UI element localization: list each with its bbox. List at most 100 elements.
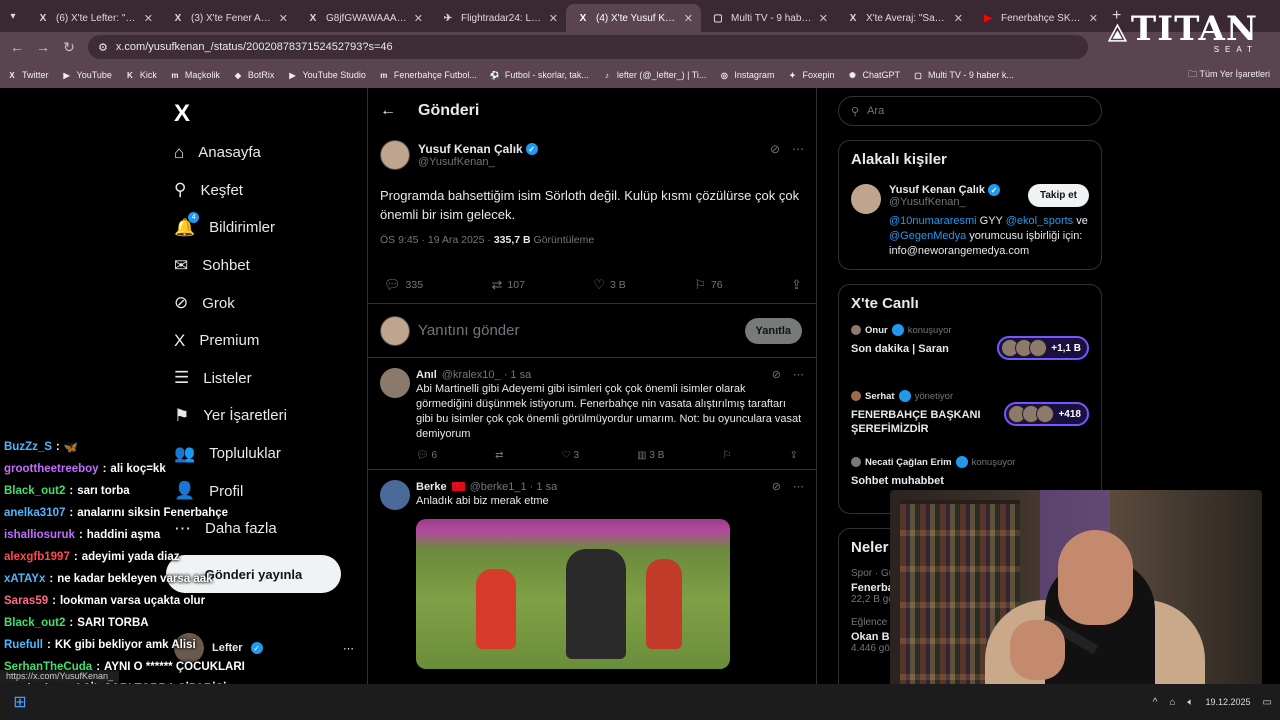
close-icon[interactable]: ✕: [954, 12, 963, 25]
chat-message: anelka3107: analarını siksin Fenerbahçe: [0, 502, 360, 524]
sidebar-item[interactable]: ⚑ Yer İşaretleri: [174, 397, 287, 435]
comment-icon: 💬︎: [416, 450, 432, 461]
follow-button[interactable]: Takip et: [1027, 184, 1089, 207]
reply-tweet[interactable]: Berke ☾ @berke1_1 · 1 sa ⊘ ⋯ Anladık abi biz…: [368, 470, 816, 669]
bookmark-button[interactable]: ⚐ 76: [694, 266, 722, 303]
reload-icon[interactable]: ↻: [56, 39, 82, 56]
browser-tab[interactable]: ▢ Multi TV - 9 haber k ✕: [701, 4, 836, 32]
browser-tab[interactable]: ▶Fenerbahçe SK - You✕: [971, 4, 1106, 32]
avatar[interactable]: [380, 140, 410, 170]
browser-tab[interactable]: XX'te Averaj: "Sadettin✕: [836, 4, 971, 32]
related-person[interactable]: Yusuf Kenan Çalık ✓ @YusufKenan_ @10numar…: [851, 184, 1089, 259]
bookmark-item[interactable]: ▶ YouTube Studio: [280, 69, 371, 81]
reply-button[interactable]: 💬︎ 335: [384, 266, 423, 303]
bookmark-item[interactable]: ▶ YouTube: [55, 69, 118, 81]
notification-icon[interactable]: ▭: [1263, 697, 1272, 708]
sidebar-item[interactable]: ✉ Sohbet: [174, 247, 287, 285]
close-icon[interactable]: ✕: [279, 12, 288, 25]
bookmark-item[interactable]: ⚽ Futbol - skorlar, tak...: [483, 69, 595, 81]
bookmark-item[interactable]: ✦ Foxepin: [780, 69, 840, 81]
share-icon[interactable]: ⇪: [790, 450, 798, 461]
listeners-pill[interactable]: +418: [1004, 402, 1089, 426]
search-input[interactable]: ⚲ Ara: [838, 96, 1102, 126]
address-bar[interactable]: ⚙ x.com/yusufkenan_/status/2002087837152…: [88, 35, 1088, 59]
back-arrow-icon[interactable]: ←: [380, 102, 396, 120]
grok-icon[interactable]: ⊘: [772, 480, 781, 493]
forward-icon[interactable]: →: [30, 39, 56, 55]
chat-text: SARI TORBA: [77, 617, 149, 629]
volume-icon[interactable]: 🔈︎: [1188, 697, 1194, 708]
bookmark-item[interactable]: ▢ Multi TV - 9 haber k...: [906, 69, 1020, 81]
sidebar-item[interactable]: ☰ Listeler: [174, 360, 287, 398]
bookmark-item[interactable]: m Maçkolik: [163, 69, 226, 81]
sidebar-item-label: Sohbet: [202, 257, 250, 275]
more-icon[interactable]: ⋯: [793, 368, 804, 381]
bookmark-icon[interactable]: ⚐: [723, 450, 732, 461]
repost-icon[interactable]: ⇄: [495, 450, 503, 461]
repost-button[interactable]: ⇄ 107: [492, 266, 525, 303]
browser-tab[interactable]: X(6) X'te Lefter: "Bir şe✕: [26, 4, 161, 32]
chevron-up-icon[interactable]: ^: [1153, 697, 1158, 708]
bookmark-favicon-icon: ▶: [289, 70, 296, 80]
live-space[interactable]: Serhat ✓ yönetiyor FENERBAHÇE BAŞKANI ŞERE…: [851, 390, 1089, 444]
avatar[interactable]: [380, 480, 410, 510]
clock[interactable]: 19.12.2025: [1206, 697, 1251, 708]
bookmark-item[interactable]: ✺ ChatGPT: [840, 69, 906, 81]
tab-search-icon[interactable]: ▾: [0, 11, 26, 22]
browser-tab[interactable]: XG8jfGWAWAAAtzVC✕: [296, 4, 431, 32]
share-button[interactable]: ⇪: [791, 266, 802, 303]
reply-tweet[interactable]: Anıl @kralex10_ · 1 sa ⊘ ⋯ Abi Martinelli g…: [368, 358, 816, 470]
avatar[interactable]: [380, 368, 410, 398]
more-icon[interactable]: ⋯: [793, 480, 804, 493]
like-button[interactable]: ♡ 3 B: [593, 266, 625, 303]
video-thumbnail[interactable]: [416, 519, 730, 669]
reply-submit-button[interactable]: Yanıtla: [744, 317, 802, 344]
site-info-icon[interactable]: ⚙: [98, 41, 108, 54]
player-figure: [566, 549, 626, 659]
sidebar-item[interactable]: ⊘ Grok: [174, 284, 287, 322]
browser-tab-active[interactable]: X(4) X'te Yusuf Kenan✕: [566, 4, 701, 32]
reply-button[interactable]: 💬︎ 6: [416, 450, 437, 461]
close-icon[interactable]: ✕: [414, 12, 423, 25]
sidebar-item[interactable]: 🔔 4 Bildirimler: [174, 209, 287, 247]
sidebar-item[interactable]: X Premium: [174, 322, 287, 360]
author-handle[interactable]: @YusufKenan_: [418, 156, 538, 168]
close-icon[interactable]: ✕: [684, 12, 693, 25]
grok-icon[interactable]: ⊘: [772, 368, 781, 381]
close-icon[interactable]: ✕: [1089, 12, 1098, 25]
search-icon: ⚲: [851, 105, 860, 118]
like-button[interactable]: ♡ 3: [562, 450, 579, 461]
bookmark-item[interactable]: ♪ lefter (@_lefter_) | Ti...: [595, 69, 713, 81]
repost-icon: ⇄: [491, 276, 503, 292]
bookmark-item[interactable]: ◎ Instagram: [712, 69, 780, 81]
back-icon[interactable]: ←: [4, 39, 30, 55]
nav-icon: ⚲: [174, 180, 187, 200]
chat-separator: :: [78, 529, 83, 541]
sidebar-item[interactable]: ⚲ Keşfet: [174, 172, 287, 210]
live-space[interactable]: Onur ✓ konuşuyor Son dakika | Saran +1,1 B: [851, 324, 1089, 378]
views-button[interactable]: ▥ 3 B: [637, 450, 664, 461]
chat-separator: :: [96, 661, 101, 673]
close-icon[interactable]: ✕: [549, 12, 558, 25]
browser-tab[interactable]: ✈Flightradar24: Live Fl✕: [431, 4, 566, 32]
avatar[interactable]: [851, 184, 881, 214]
windows-start-icon[interactable]: ⊞: [0, 692, 40, 712]
close-icon[interactable]: ✕: [819, 12, 828, 25]
bookmark-item[interactable]: m Fenerbahçe Futbol...: [372, 69, 483, 81]
grok-icon[interactable]: ⊘: [770, 142, 780, 156]
network-icon[interactable]: ⌂: [1169, 697, 1175, 708]
sidebar-item-label: Listeler: [203, 369, 252, 387]
browser-tab[interactable]: X (3) X'te Fener Ajans ✕: [161, 4, 296, 32]
sidebar-item[interactable]: ⌂ Anasayfa: [174, 134, 287, 172]
more-icon[interactable]: ⋯: [792, 142, 804, 156]
x-logo-icon[interactable]: X: [174, 100, 190, 128]
close-icon[interactable]: ✕: [144, 12, 153, 25]
reply-input[interactable]: Yanıtını gönder: [418, 322, 737, 339]
bookmark-item[interactable]: K Kick: [118, 69, 163, 81]
listeners-pill[interactable]: +1,1 B: [997, 336, 1089, 360]
bookmark-item[interactable]: ◆ BotRix: [226, 69, 281, 81]
author-name[interactable]: Yusuf Kenan Çalık: [418, 142, 523, 156]
tweet-actions: 💬︎ 335 ⇄ 107 ♡ 3 B ⚐ 76 ⇪: [368, 246, 816, 304]
all-bookmarks-link[interactable]: 🗀 Tüm Yer İşaretleri: [1188, 67, 1270, 83]
bookmark-item[interactable]: X Twitter: [0, 69, 55, 81]
